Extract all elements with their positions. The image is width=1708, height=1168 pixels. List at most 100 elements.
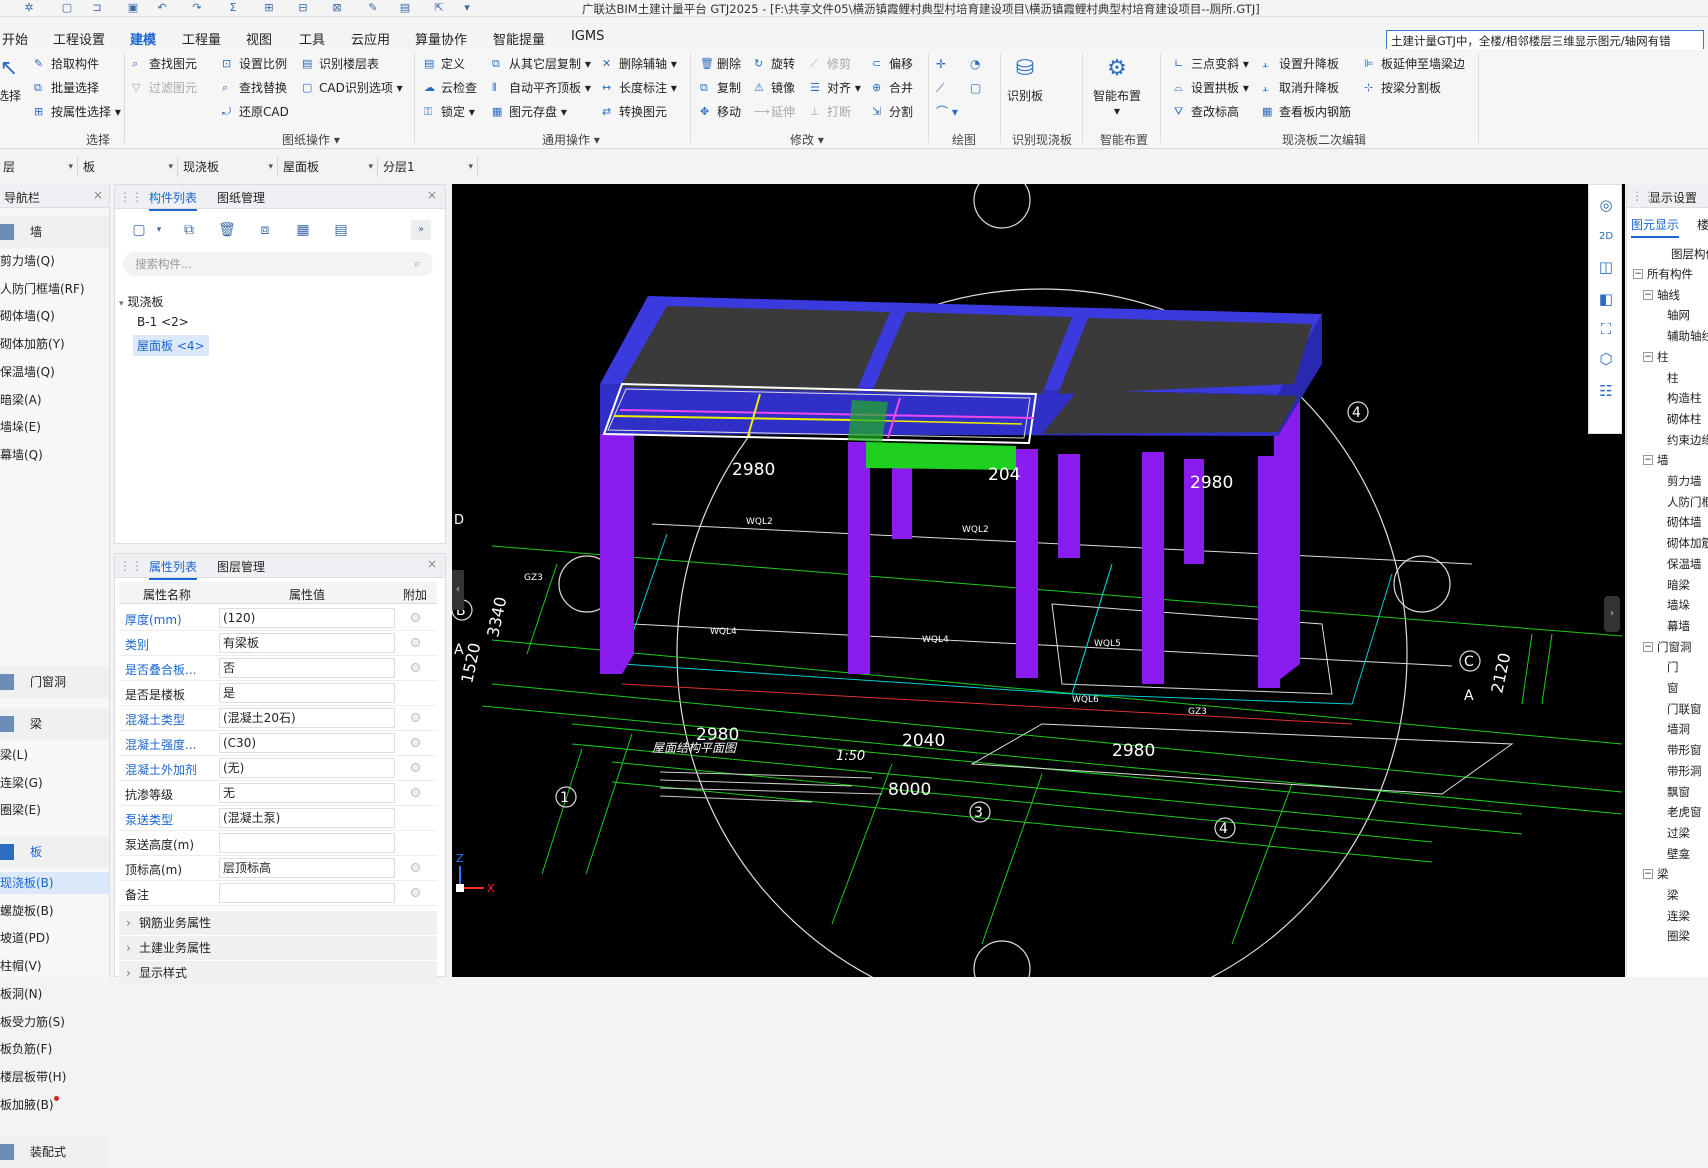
fullscreen-icon[interactable]: ⛶ xyxy=(1596,319,1616,339)
component-dropdown[interactable]: 屋面板 ▾ xyxy=(280,157,378,177)
open-file-icon[interactable]: ⊐ xyxy=(90,1,104,15)
property-value-field[interactable]: 层顶标高 xyxy=(219,858,395,878)
display-tree-item[interactable]: 柱 xyxy=(1657,349,1669,365)
menu-smart-extract[interactable]: 智能提量 xyxy=(493,29,545,48)
display-tree-item[interactable]: 约束边缘 xyxy=(1667,432,1708,448)
copy-component-icon[interactable]: ⧉ xyxy=(179,220,199,240)
layer-copy-icon[interactable]: ⧈ xyxy=(255,220,275,240)
display-tree-item[interactable]: 带形窗 xyxy=(1667,742,1702,758)
delete-aux-axis-button[interactable]: ✕ 删除辅轴 ▾ xyxy=(602,55,677,73)
display-tree-item[interactable]: 带形洞 xyxy=(1667,763,1702,779)
draw-circle-button[interactable]: ◔ xyxy=(970,55,980,73)
display-tree-item[interactable]: 墙 xyxy=(1657,452,1669,468)
nav-item[interactable]: 坡道(PD) xyxy=(0,927,109,949)
property-group[interactable]: 土建业务属性 xyxy=(119,936,437,960)
type-dropdown[interactable]: 现浇板 ▾ xyxy=(180,157,278,177)
mirror-button[interactable]: ⚠ 镜像 xyxy=(754,79,795,97)
extract-component-icon[interactable]: ▤ xyxy=(331,220,351,240)
menu-view[interactable]: 视图 xyxy=(246,29,272,48)
set-lift-slab-button[interactable]: ⫠ 设置升降板 xyxy=(1262,55,1339,73)
save-component-icon[interactable]: ▦ xyxy=(293,220,313,240)
tab-element-display[interactable]: 图元显示 xyxy=(1631,216,1680,238)
display-tree-item[interactable]: 梁 xyxy=(1657,866,1669,882)
find-replace-button[interactable]: ⌕ 查找替换 xyxy=(222,79,287,97)
property-group[interactable]: 钢筋业务属性 xyxy=(119,911,437,935)
tab-drawing-management[interactable]: 图纸管理 xyxy=(217,189,265,206)
display-tree-item[interactable]: 飘窗 xyxy=(1667,784,1690,800)
property-group[interactable]: 显示样式 xyxy=(119,961,437,985)
nav-item[interactable]: 螺旋板(B) xyxy=(0,900,109,922)
nav-item[interactable]: 现浇板(B) xyxy=(0,872,109,894)
break-button[interactable]: ⊥ 打断 xyxy=(810,103,851,121)
display-tree-item[interactable]: 门联窗 xyxy=(1667,701,1702,717)
orbit-icon[interactable]: ◎ xyxy=(1596,195,1616,215)
nav-category-slab[interactable]: 板 xyxy=(0,836,109,868)
close-icon[interactable]: × xyxy=(427,188,437,202)
display-tree-item[interactable]: 梁 xyxy=(1667,887,1679,903)
collapse-icon[interactable]: − xyxy=(1643,351,1653,362)
draw-point-button[interactable]: ✛ xyxy=(936,55,946,73)
split-slab-by-beam-button[interactable]: ⊹ 按梁分割板 xyxy=(1364,79,1441,97)
nav-item[interactable]: 连梁(G) xyxy=(0,772,109,794)
menu-quantity[interactable]: 工程量 xyxy=(182,29,221,48)
display-tree-item[interactable]: 轴网 xyxy=(1667,307,1690,323)
more-icon[interactable]: » xyxy=(411,220,431,240)
length-dimension-button[interactable]: ↔ 长度标注 ▾ xyxy=(602,79,677,97)
nav-item[interactable]: 幕墙(Q) xyxy=(0,444,109,466)
display-tree-item[interactable]: 砌体墙 xyxy=(1667,514,1702,530)
collapse-icon[interactable]: − xyxy=(1633,269,1643,279)
menu-collaboration[interactable]: 算量协作 xyxy=(415,29,467,48)
draw-rect-button[interactable]: ▢ xyxy=(970,79,981,97)
sum-icon[interactable]: Σ xyxy=(226,1,240,15)
display-tree-item[interactable]: 圈梁 xyxy=(1667,928,1690,944)
display-tree-item[interactable]: 所有构件 xyxy=(1647,266,1693,282)
chevron-down-icon[interactable]: ▾ xyxy=(149,220,169,240)
align-button[interactable]: ☰ 对齐 ▾ xyxy=(810,79,861,97)
attach-checkbox[interactable] xyxy=(411,613,420,622)
display-tree-item[interactable]: 剪力墙 xyxy=(1667,473,1702,489)
layer-box-icon[interactable]: ◧ xyxy=(1596,289,1616,309)
copy-from-layer-button[interactable]: ⧉ 从其它层复制 ▾ xyxy=(492,55,591,73)
display-tree-item[interactable]: 保温墙 xyxy=(1667,556,1702,572)
offset-button[interactable]: ⊂ 偏移 xyxy=(872,55,913,73)
export-icon[interactable]: ⇱ xyxy=(432,1,446,15)
display-tree-item[interactable]: 老虎窗 xyxy=(1667,804,1702,820)
menu-igms[interactable]: IGMS xyxy=(571,29,604,44)
close-icon[interactable]: × xyxy=(93,188,103,202)
nav-item[interactable]: 砌体加筋(Y) xyxy=(0,333,109,355)
collapse-icon[interactable]: − xyxy=(1643,641,1653,652)
property-value-field[interactable]: 是 xyxy=(219,683,395,703)
draw-arc-button[interactable]: ⌒ ▾ xyxy=(936,103,958,121)
menu-cloud[interactable]: 云应用 xyxy=(351,29,390,48)
recognize-slab-button[interactable]: ⛁ 识别板 xyxy=(1004,55,1046,104)
property-value-field[interactable] xyxy=(219,883,395,903)
display-tree-item[interactable]: 墙垛 xyxy=(1667,597,1690,613)
nav-item[interactable]: 梁(L) xyxy=(0,744,109,766)
view-slab-rebar-button[interactable]: ▦ 查看板内钢筋 xyxy=(1262,103,1351,121)
nav-category-wall[interactable]: 墙 xyxy=(0,216,109,248)
merge-button[interactable]: ⊕ 合并 xyxy=(872,79,913,97)
delete-component-icon[interactable]: 🗑 xyxy=(217,220,237,240)
display-tree-item[interactable]: 砌体柱 xyxy=(1667,411,1702,427)
nav-item[interactable]: 保温墙(Q) xyxy=(0,361,109,383)
select-button[interactable]: ↖ 选择 xyxy=(0,55,24,104)
smart-layout-button[interactable]: ⚙ 智能布置 ▾ xyxy=(1090,55,1144,118)
property-value-field[interactable]: (120) xyxy=(219,608,395,628)
draw-line-button[interactable]: ⟋ xyxy=(936,79,944,97)
define-button[interactable]: ▤ 定义 xyxy=(424,55,465,73)
set-arch-slab-button[interactable]: ⌓ 设置拱板 ▾ xyxy=(1174,79,1249,97)
nav-item[interactable]: 柱帽(V) xyxy=(0,955,109,977)
nav-item[interactable]: 楼层板带(H) xyxy=(0,1066,109,1088)
extend-button[interactable]: ⟶ 延伸 xyxy=(754,103,795,121)
nav-item[interactable]: 人防门框墙(RF) xyxy=(0,278,109,300)
app-logo-icon[interactable]: ✲ xyxy=(22,1,36,15)
drag-handle-icon[interactable]: ⋮⋮ xyxy=(119,559,143,573)
drag-handle-icon[interactable]: ⋮⋮ xyxy=(119,190,143,204)
recognize-floor-table-button[interactable]: ▤ 识别楼层表 xyxy=(302,55,379,73)
display-tree-item[interactable]: 构造柱 xyxy=(1667,390,1702,406)
display-tree-item[interactable]: 窗 xyxy=(1667,680,1679,696)
layout-icon[interactable]: ⊞ xyxy=(262,1,276,15)
attach-checkbox[interactable] xyxy=(411,663,420,672)
building-model-canvas[interactable]: 1 3 4 4 C B A D A 2980 204 2980 2980 204… xyxy=(452,184,1625,977)
tab-layer-management[interactable]: 图层管理 xyxy=(217,558,265,575)
